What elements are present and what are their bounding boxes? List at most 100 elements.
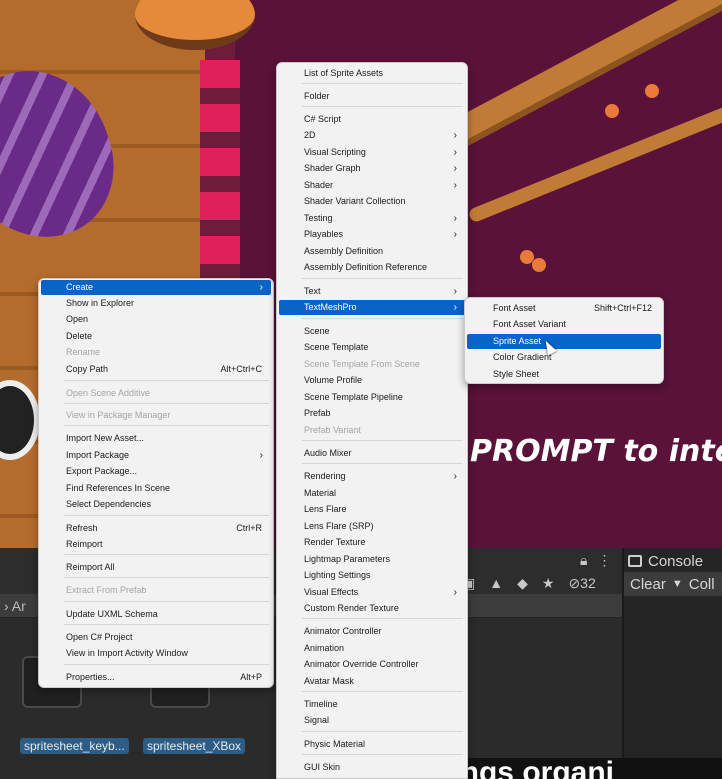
menu-item-c-script[interactable]: C# Script [279, 112, 465, 127]
menu-item-label: C# Script [304, 114, 342, 124]
menu-item-label: Lightmap Parameters [304, 554, 391, 564]
menu-item-folder[interactable]: Folder [279, 89, 465, 104]
tab-console[interactable]: Console [628, 550, 703, 572]
menu-item-label: Import Package [66, 450, 130, 460]
menu-item-assembly-definition-reference[interactable]: Assembly Definition Reference [279, 260, 465, 275]
menu-separator [302, 731, 463, 732]
menu-item-visual-effects[interactable]: Visual Effects › [279, 585, 465, 600]
menu-item-gui-skin[interactable]: GUI Skin [279, 760, 465, 775]
menu-item-import-new-asset[interactable]: Import New Asset... [41, 431, 271, 446]
menu-item-visual-scripting[interactable]: Visual Scripting › [279, 145, 465, 160]
hidden-count-badge[interactable]: ⊘32 [568, 575, 595, 592]
menu-item-label: Import New Asset... [66, 433, 145, 443]
menu-item-material[interactable]: Material [279, 486, 465, 501]
menu-item-label: Assembly Definition Reference [304, 262, 428, 272]
menu-item-assembly-definition[interactable]: Assembly Definition [279, 244, 465, 259]
menu-item-select-dependencies[interactable]: Select Dependencies [41, 497, 271, 512]
menu-item-import-package[interactable]: Import Package › [41, 448, 271, 463]
menu-item-scene[interactable]: Scene [279, 324, 465, 339]
menu-separator [64, 380, 269, 381]
menu-item-label: Material [304, 488, 337, 498]
menu-item-shader-variant-collection[interactable]: Shader Variant Collection [279, 194, 465, 209]
menu-item-label: 2D [304, 130, 316, 140]
menu-dots-icon[interactable]: ⋮ [597, 552, 611, 569]
menu-item-2d[interactable]: 2D › [279, 128, 465, 143]
menu-item-timeline[interactable]: Timeline [279, 697, 465, 712]
menu-item-testing[interactable]: Testing › [279, 211, 465, 226]
chevron-right-icon: › [453, 180, 457, 191]
menu-item-sprite-asset[interactable]: Sprite Asset [467, 334, 661, 349]
menu-item-custom-render-texture[interactable]: Custom Render Texture [279, 601, 465, 616]
menu-item-shader[interactable]: Shader › [279, 178, 465, 193]
menu-item-delete[interactable]: Delete [41, 329, 271, 344]
menu-item-render-texture[interactable]: Render Texture [279, 535, 465, 550]
shortcut-label: Shift+Ctrl+F12 [593, 303, 652, 313]
menu-item-animation[interactable]: Animation [279, 641, 465, 656]
menu-separator [64, 515, 269, 516]
asset-label[interactable]: spritesheet_keyb... [20, 738, 129, 754]
menu-item-open-c-project[interactable]: Open C# Project [41, 630, 271, 645]
menu-separator [64, 577, 269, 578]
menu-item-open[interactable]: Open [41, 312, 271, 327]
menu-item-lens-flare[interactable]: Lens Flare [279, 502, 465, 517]
favorite-star-icon[interactable]: ★ [542, 575, 555, 592]
menu-item-font-asset-variant[interactable]: Font Asset Variant [467, 317, 661, 332]
menu-item-scene-template-pipeline[interactable]: Scene Template Pipeline [279, 390, 465, 405]
menu-item-shader-graph[interactable]: Shader Graph › [279, 161, 465, 176]
menu-item-physic-material[interactable]: Physic Material [279, 737, 465, 752]
breadcrumb[interactable]: › Ar [4, 598, 26, 614]
menu-item-reimport-all[interactable]: Reimport All [41, 560, 271, 575]
label-icon[interactable]: ◆ [517, 575, 528, 592]
clear-options-dropdown-icon[interactable]: ▼ [672, 578, 683, 590]
menu-item-volume-profile[interactable]: Volume Profile [279, 373, 465, 388]
menu-item-scene-template[interactable]: Scene Template [279, 340, 465, 355]
menu-item-color-gradient[interactable]: Color Gradient [467, 350, 661, 365]
menu-item-lens-flare-srp[interactable]: Lens Flare (SRP) [279, 519, 465, 534]
lock-icon[interactable]: 🔒︎ [580, 552, 587, 569]
asset-label[interactable]: spritesheet_XBox [143, 738, 246, 754]
menu-item-label: Physic Material [304, 739, 366, 749]
menu-item-playables[interactable]: Playables › [279, 227, 465, 242]
menu-item-avatar-mask[interactable]: Avatar Mask [279, 674, 465, 689]
menu-item-properties[interactable]: Properties... Alt+P [41, 670, 271, 685]
menu-item-label: Testing [304, 213, 333, 223]
menu-item-create[interactable]: Create › [41, 280, 271, 295]
menu-item-copy-path[interactable]: Copy Path Alt+Ctrl+C [41, 362, 271, 377]
menu-item-animator-controller[interactable]: Animator Controller [279, 624, 465, 639]
menu-item-animator-override-controller[interactable]: Animator Override Controller [279, 657, 465, 672]
filter-icon[interactable]: ▲ [489, 575, 503, 591]
menu-item-reimport[interactable]: Reimport [41, 537, 271, 552]
menu-item-lighting-settings[interactable]: Lighting Settings [279, 568, 465, 583]
menu-item-label: Refresh [66, 523, 98, 533]
menu-item-label: Reimport All [66, 562, 115, 572]
menu-item-export-package[interactable]: Export Package... [41, 464, 271, 479]
menu-item-textmeshpro[interactable]: TextMeshPro › [279, 300, 465, 315]
menu-separator [302, 440, 463, 441]
menu-item-prefab-variant: Prefab Variant [279, 423, 465, 438]
menu-item-font-asset[interactable]: Font Asset Shift+Ctrl+F12 [467, 301, 661, 316]
chevron-right-icon: › [259, 282, 263, 293]
menu-item-label: Find References In Scene [66, 483, 171, 493]
chevron-right-icon: › [453, 471, 457, 482]
menu-item-view-in-import-activity-window[interactable]: View in Import Activity Window [41, 646, 271, 661]
menu-item-rendering[interactable]: Rendering › [279, 469, 465, 484]
menu-item-list-of-sprite-assets[interactable]: List of Sprite Assets [279, 66, 465, 81]
console-icon [628, 555, 642, 567]
menu-item-signal[interactable]: Signal [279, 713, 465, 728]
menu-item-label: Copy Path [66, 364, 109, 374]
menu-item-lightmap-parameters[interactable]: Lightmap Parameters [279, 552, 465, 567]
clear-button[interactable]: Clear [630, 576, 666, 593]
menu-item-label: Lighting Settings [304, 570, 371, 580]
flower-decoration [532, 258, 546, 272]
menu-item-refresh[interactable]: Refresh Ctrl+R [41, 521, 271, 536]
menu-item-audio-mixer[interactable]: Audio Mixer [279, 446, 465, 461]
menu-item-prefab[interactable]: Prefab [279, 406, 465, 421]
menu-item-text[interactable]: Text › [279, 284, 465, 299]
menu-item-find-references-in-scene[interactable]: Find References In Scene [41, 481, 271, 496]
menu-item-style-sheet[interactable]: Style Sheet [467, 367, 661, 382]
collapse-button[interactable]: Coll [689, 576, 715, 593]
menu-item-label: Scene Template [304, 342, 369, 352]
chevron-right-icon: › [453, 286, 457, 297]
menu-item-show-in-explorer[interactable]: Show in Explorer [41, 296, 271, 311]
menu-item-update-uxml-schema[interactable]: Update UXML Schema [41, 607, 271, 622]
